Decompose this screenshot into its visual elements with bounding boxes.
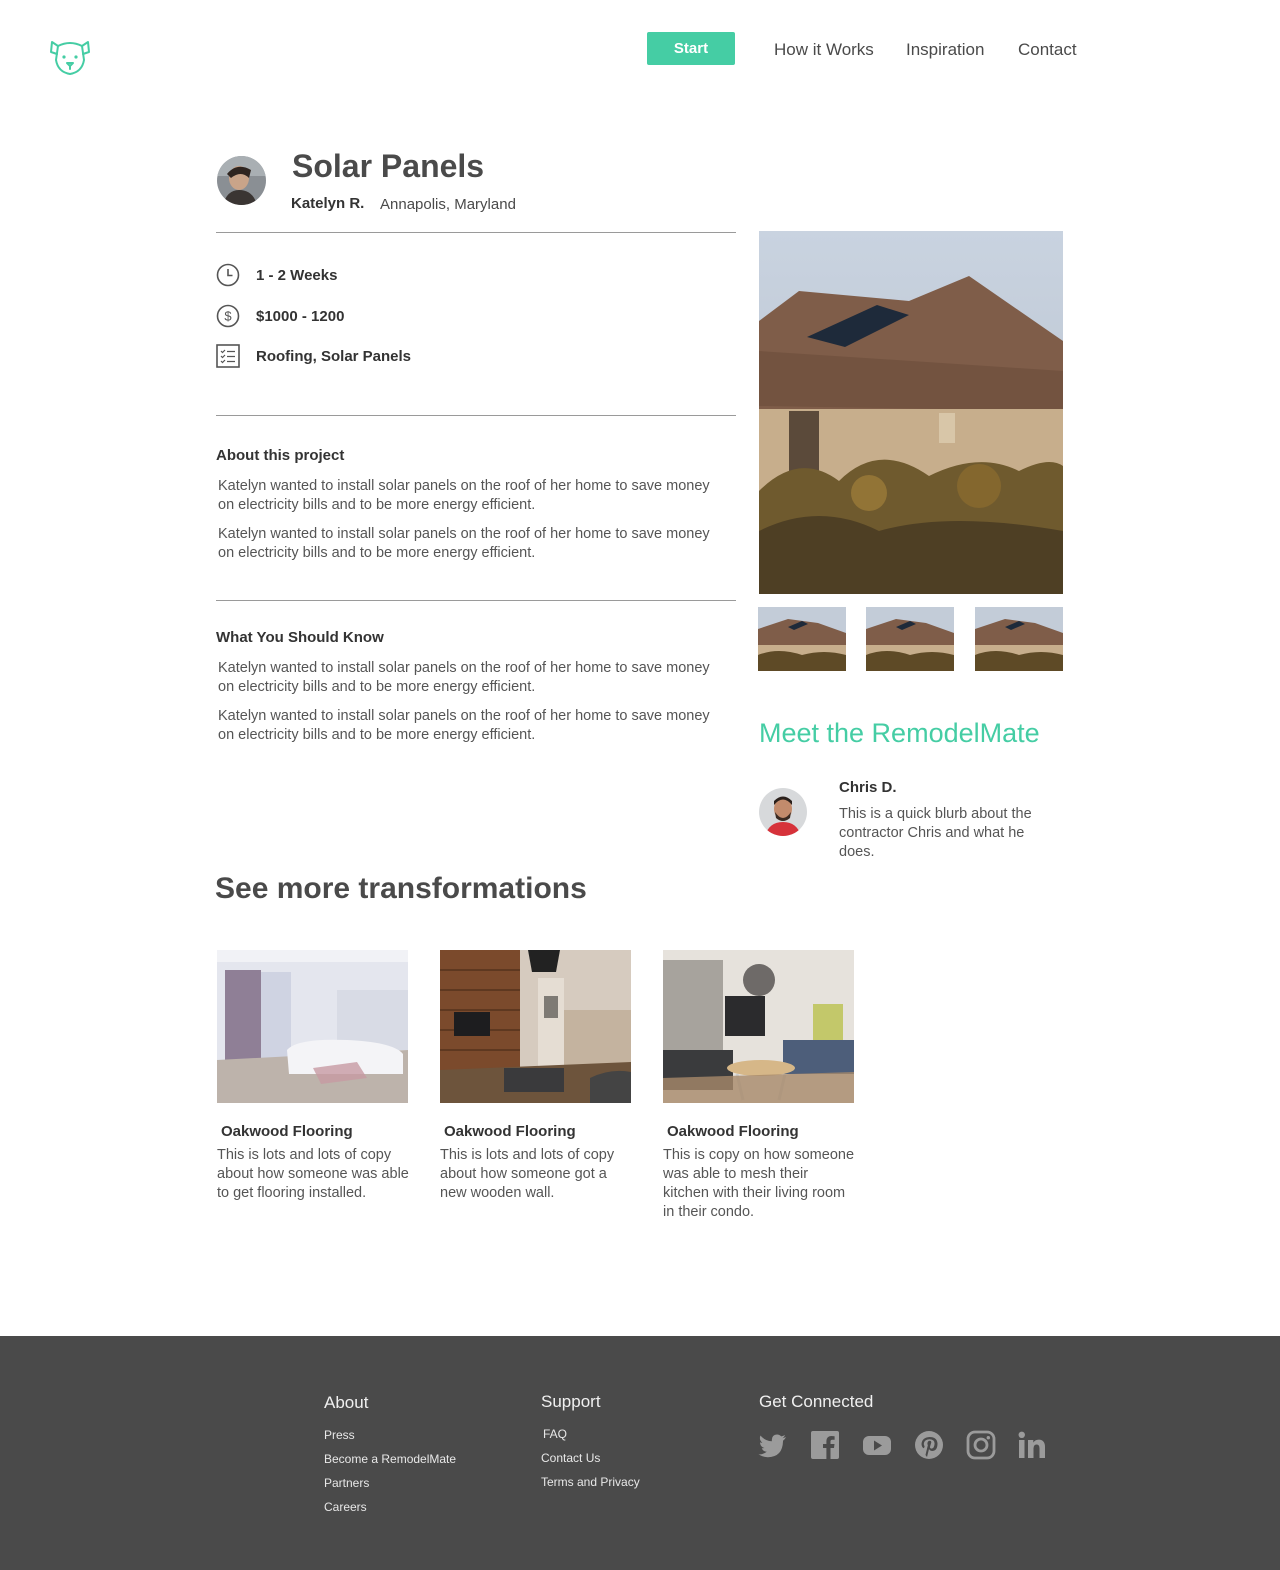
facebook-icon[interactable] — [810, 1430, 840, 1460]
duration-row: 1 - 2 Weeks — [216, 262, 337, 288]
transformation-card-image[interactable] — [217, 950, 408, 1103]
footer-link-partners[interactable]: Partners — [324, 1476, 369, 1490]
transformation-card-desc: This is copy on how someone was able to … — [663, 1147, 855, 1220]
footer-connected-heading: Get Connected — [759, 1392, 874, 1411]
know-heading: What You Should Know — [216, 629, 384, 646]
categories-text: Roofing, Solar Panels — [256, 347, 412, 365]
footer-link-faq[interactable]: FAQ — [543, 1427, 567, 1441]
know-paragraph: Katelyn wanted to install solar panels o… — [218, 660, 710, 695]
transformation-card-desc: This is lots and lots of copy about how … — [217, 1147, 409, 1201]
transformation-card-title[interactable]: Oakwood Flooring — [221, 1123, 353, 1140]
divider — [216, 232, 736, 233]
footer-link-become-remodelmate[interactable]: Become a RemodelMate — [324, 1452, 456, 1466]
photo-thumbnail[interactable] — [866, 607, 954, 671]
footer — [0, 1336, 1280, 1570]
transformation-card-image[interactable] — [663, 950, 854, 1103]
transformations-title: See more transformations — [215, 872, 587, 905]
start-button[interactable]: Start — [647, 32, 735, 65]
know-paragraph: Katelyn wanted to install solar panels o… — [218, 708, 710, 743]
transformation-card-desc: This is lots and lots of copy about how … — [440, 1147, 615, 1201]
divider — [216, 415, 736, 416]
footer-support-heading: Support — [541, 1392, 601, 1411]
about-paragraph: Katelyn wanted to install solar panels o… — [218, 478, 710, 513]
photo-thumbnail[interactable] — [975, 607, 1063, 671]
checklist-icon — [216, 344, 240, 368]
twitter-icon[interactable] — [758, 1430, 788, 1460]
transformation-card-image[interactable] — [440, 950, 631, 1103]
nav-inspiration[interactable]: Inspiration — [906, 40, 984, 60]
meet-remodelmate-title: Meet the RemodelMate — [759, 718, 1040, 748]
pinterest-icon[interactable] — [914, 1430, 944, 1460]
svg-text:$: $ — [224, 309, 232, 324]
dollar-icon: $ — [216, 304, 240, 328]
footer-about-heading: About — [324, 1393, 369, 1412]
transformation-card-title[interactable]: Oakwood Flooring — [444, 1123, 576, 1140]
logo-icon[interactable] — [48, 36, 92, 76]
owner-name: Katelyn R. — [291, 195, 365, 212]
contractor-bio: This is a quick blurb about the contract… — [839, 806, 1032, 860]
nav-how-it-works[interactable]: How it Works — [774, 40, 874, 60]
footer-link-contact-us[interactable]: Contact Us — [541, 1451, 600, 1465]
linkedin-icon[interactable] — [1017, 1430, 1047, 1460]
divider — [216, 600, 736, 601]
project-title: Solar Panels — [292, 148, 485, 184]
about-heading: About this project — [216, 447, 345, 464]
owner-location: Annapolis, Maryland — [380, 196, 516, 213]
cost-row: $ $1000 - 1200 — [216, 303, 344, 329]
cost-text: $1000 - 1200 — [256, 307, 345, 325]
instagram-icon[interactable] — [966, 1430, 996, 1460]
duration-text: 1 - 2 Weeks — [256, 266, 338, 284]
contractor-name: Chris D. — [839, 779, 897, 796]
nav-contact[interactable]: Contact — [1018, 40, 1077, 60]
youtube-icon[interactable] — [862, 1430, 892, 1460]
about-paragraph: Katelyn wanted to install solar panels o… — [218, 526, 710, 561]
owner-avatar — [217, 156, 266, 205]
main-project-photo — [759, 231, 1063, 594]
categories-row: Roofing, Solar Panels — [216, 343, 411, 369]
footer-link-terms-privacy[interactable]: Terms and Privacy — [541, 1475, 640, 1489]
footer-link-press[interactable]: Press — [324, 1428, 355, 1442]
photo-thumbnail[interactable] — [758, 607, 846, 671]
clock-icon — [216, 263, 240, 287]
transformation-card-title[interactable]: Oakwood Flooring — [667, 1123, 799, 1140]
footer-link-careers[interactable]: Careers — [324, 1500, 367, 1514]
contractor-avatar — [759, 788, 807, 836]
